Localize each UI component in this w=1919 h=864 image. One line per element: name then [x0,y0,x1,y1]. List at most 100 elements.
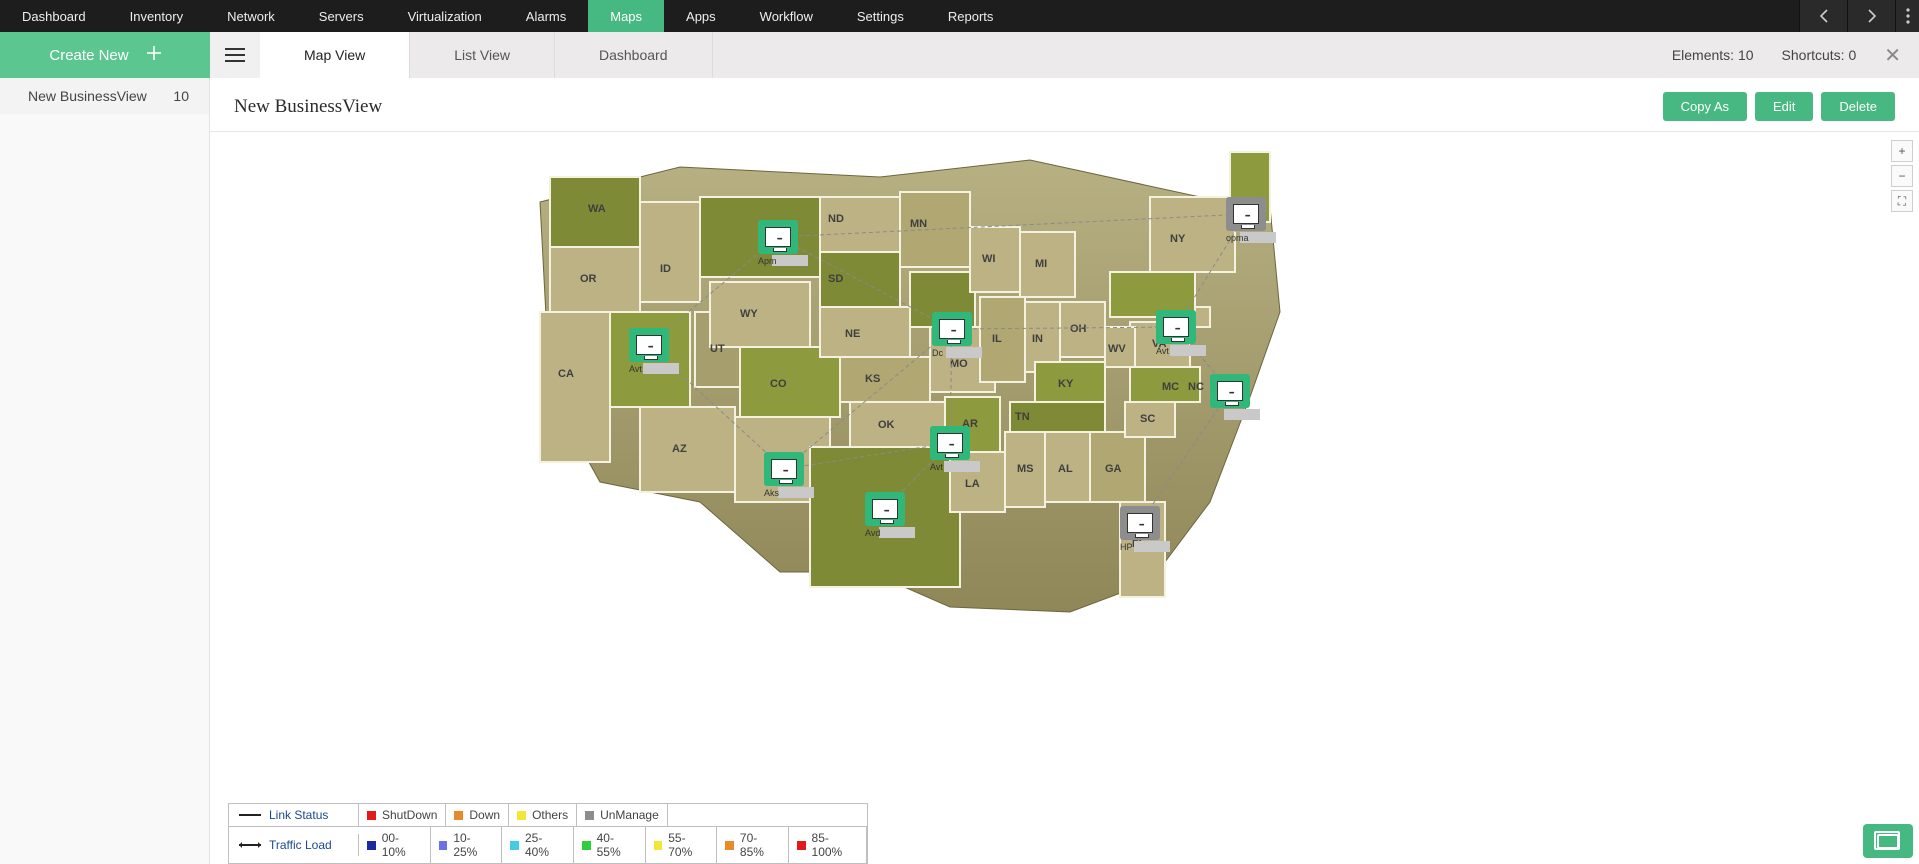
create-new-label: Create New [49,47,128,64]
topnav-item-workflow[interactable]: Workflow [738,0,835,32]
sidebar-item-label: New BusinessView [28,88,147,104]
secondary-bar: Create New Map ViewList ViewDashboard El… [0,32,1919,78]
topnav-item-network[interactable]: Network [205,0,297,32]
svg-text:OK: OK [878,419,895,431]
svg-text:MC: MC [1162,381,1179,393]
svg-text:SD: SD [828,273,843,285]
topnav-item-virtualization[interactable]: Virtualization [386,0,504,32]
device-d5[interactable]: •••• [1210,374,1250,408]
device-d3[interactable]: ••••Dc [932,312,972,346]
us-map: WAORCA IDNVUT AZNDSD WYCONE KSOKMO ARLAM… [510,142,1290,622]
legend-load-40-55%: 40-55% [574,827,646,863]
topnav-item-servers[interactable]: Servers [297,0,386,32]
svg-text:CA: CA [558,368,574,380]
device-d2[interactable]: ••••Avt [629,328,669,362]
device-d0[interactable]: ••••Apm [758,220,798,254]
main-panel: New BusinessView Copy As Edit Delete + −… [210,78,1919,864]
zoom-tools: + − ⛶ [1891,140,1913,215]
close-button[interactable]: ✕ [1884,43,1901,68]
device-label: Avt [930,462,943,472]
sidebar: New BusinessView 10 [0,78,210,864]
svg-text:LA: LA [965,478,980,490]
legend-load-10-25%: 10-25% [431,827,503,863]
legend-traffic-label: Traffic Load [269,838,332,852]
svg-text:OH: OH [1070,323,1087,335]
svg-text:WV: WV [1108,343,1126,355]
svg-text:KS: KS [865,373,880,385]
device-label: Avd [865,528,880,538]
topnav-item-dashboard[interactable]: Dashboard [0,0,108,32]
svg-text:KY: KY [1058,378,1074,390]
topnav-item-settings[interactable]: Settings [835,0,926,32]
device-d8[interactable]: ••••Avd [865,492,905,526]
svg-text:AZ: AZ [672,443,687,455]
svg-text:WA: WA [588,203,606,215]
legend-linkstatus-label: Link Status [269,808,328,822]
screens-icon [1877,834,1899,849]
topnav-item-alarms[interactable]: Alarms [504,0,588,32]
device-label: Avt [629,364,642,374]
svg-text:IL: IL [992,333,1002,345]
legend-status-others: Others [509,804,577,826]
device-d1[interactable]: ••••opma [1226,197,1266,231]
legend-load-70-85%: 70-85% [717,827,789,863]
zoom-in-button[interactable]: + [1891,140,1913,162]
svg-text:GA: GA [1105,463,1122,475]
shortcuts-count: Shortcuts: 0 [1782,47,1857,63]
legend-load-00-10%: 00-10% [359,827,431,863]
device-d4[interactable]: ••••Avt [1156,310,1196,344]
device-label: opma [1226,233,1249,243]
create-new-button[interactable]: Create New [0,32,210,78]
topnav-spacer [1015,0,1799,32]
svg-text:NC: NC [1188,381,1204,393]
svg-text:OR: OR [580,273,597,285]
svg-text:MO: MO [950,358,968,370]
svg-text:WI: WI [982,253,995,265]
topnav-item-reports[interactable]: Reports [926,0,1016,32]
elements-count: Elements: 10 [1672,47,1754,63]
svg-text:MI: MI [1035,258,1047,270]
device-label: Aks [764,488,779,498]
device-d9[interactable]: ••••HP [1120,506,1160,540]
svg-text:NE: NE [845,328,860,340]
nav-prev-button[interactable] [1799,0,1847,32]
topnav-item-inventory[interactable]: Inventory [108,0,205,32]
map-canvas[interactable]: + − ⛶ [210,132,1919,864]
zoom-full-button[interactable]: ⛶ [1891,190,1913,212]
sidebar-item-count: 10 [173,88,189,104]
help-fab[interactable] [1863,824,1913,858]
legend-load-85-100%: 85-100% [789,827,867,863]
topnav-item-apps[interactable]: Apps [664,0,738,32]
device-label: Avt [1156,346,1169,356]
zoom-out-button[interactable]: − [1891,165,1913,187]
device-d6[interactable]: ••••Aks [764,452,804,486]
device-d7[interactable]: ••••Avt [930,426,970,460]
svg-text:AL: AL [1058,463,1073,475]
hamburger-button[interactable] [210,32,260,78]
edit-button[interactable]: Edit [1755,92,1813,121]
topnav-item-maps[interactable]: Maps [588,0,664,32]
legend-load-55-70%: 55-70% [646,827,718,863]
svg-text:MS: MS [1017,463,1034,475]
title-bar: New BusinessView Copy As Edit Delete [210,78,1919,132]
svg-text:ND: ND [828,213,844,225]
svg-text:UT: UT [710,343,725,355]
tab-dashboard[interactable]: Dashboard [555,32,713,78]
legend-load-25-40%: 25-40% [502,827,574,863]
svg-text:TN: TN [1015,411,1030,423]
delete-button[interactable]: Delete [1821,92,1895,121]
tab-list-view[interactable]: List View [410,32,555,78]
svg-text:ID: ID [660,263,671,275]
svg-text:WY: WY [740,308,758,320]
sidebar-item-businessview[interactable]: New BusinessView 10 [0,78,209,114]
tab-map-view[interactable]: Map View [260,32,410,78]
device-label: Apm [758,256,777,266]
copyas-button[interactable]: Copy As [1663,92,1747,121]
legend: Link Status ShutDownDownOthersUnManage T… [228,803,868,864]
nav-next-button[interactable] [1847,0,1895,32]
legend-status-unmanage: UnManage [577,804,668,826]
svg-text:CO: CO [770,378,787,390]
legend-status-shutdown: ShutDown [359,804,446,826]
svg-text:MN: MN [910,218,927,230]
nav-more-button[interactable] [1895,0,1919,32]
